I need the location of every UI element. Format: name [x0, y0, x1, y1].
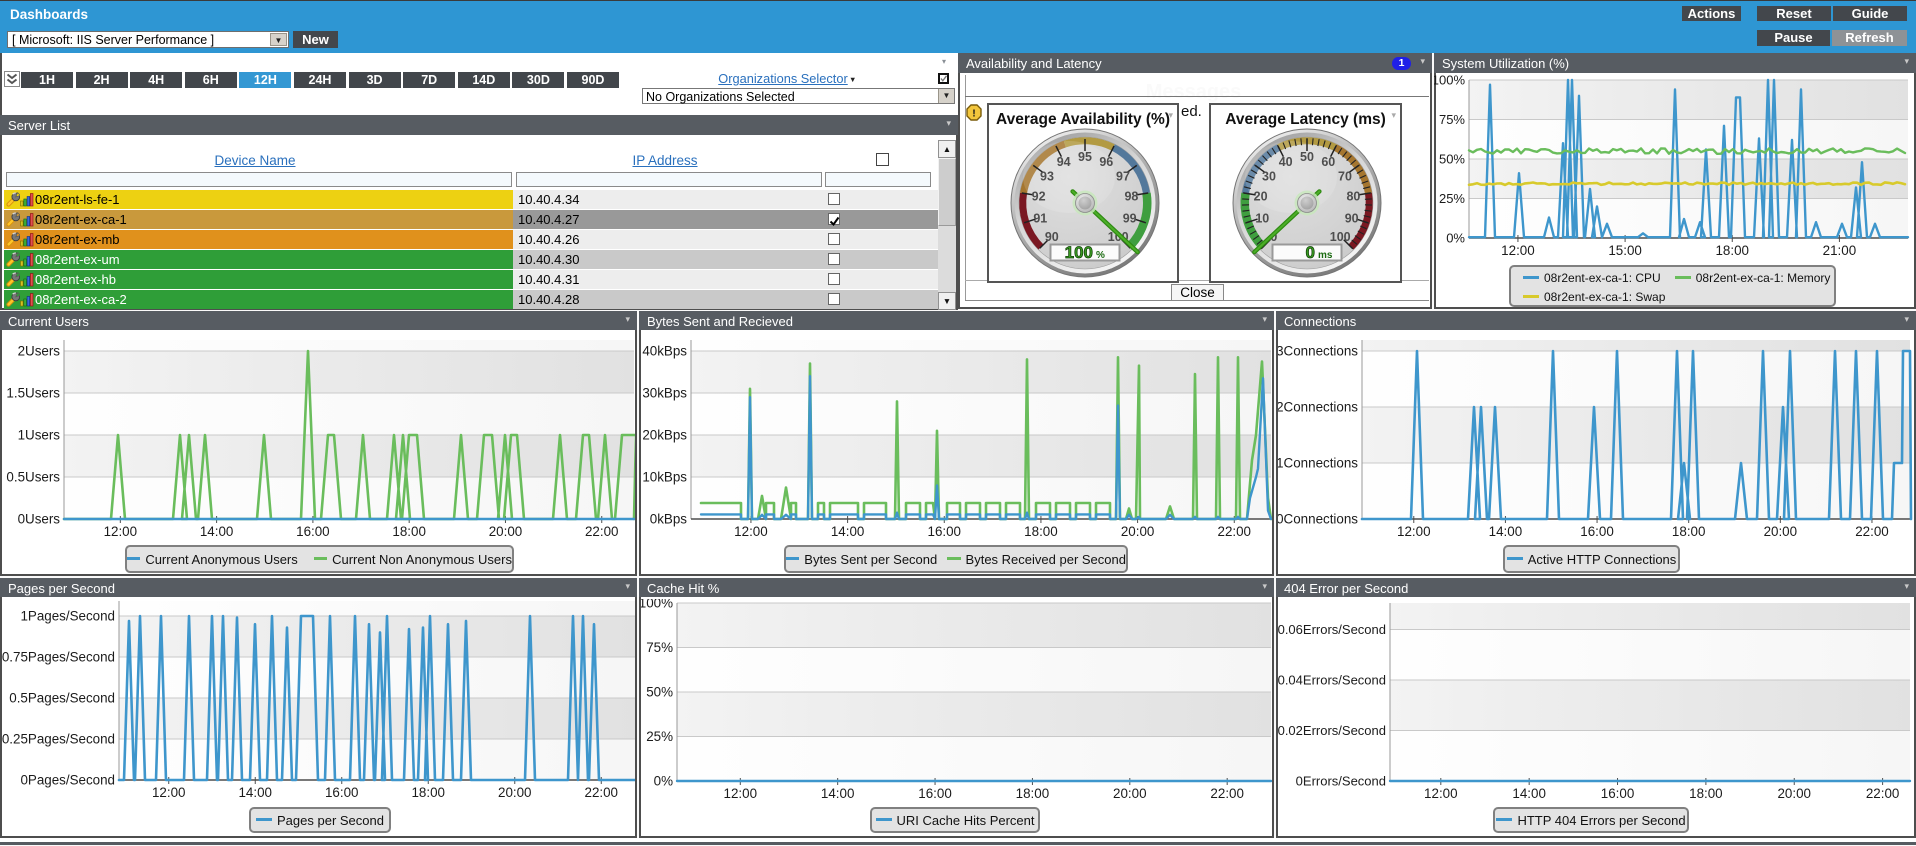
svg-text:16:00: 16:00 [1601, 786, 1635, 801]
svg-text:14:00: 14:00 [200, 524, 234, 539]
svg-text:0.25Pages/Second: 0.25Pages/Second [2, 732, 115, 747]
svg-text:16:00: 16:00 [918, 786, 952, 801]
svg-text:99: 99 [1123, 212, 1137, 226]
svg-text:50%: 50% [1439, 152, 1465, 167]
svg-text:100%: 100% [641, 599, 673, 611]
svg-text:18:00: 18:00 [411, 785, 445, 800]
svg-text:0%: 0% [654, 774, 673, 789]
svg-text:97: 97 [1116, 169, 1130, 183]
svg-text:14:00: 14:00 [1512, 786, 1546, 801]
svg-text:0Errors/Second: 0Errors/Second [1296, 774, 1386, 789]
svg-text:ms: ms [1318, 250, 1333, 261]
svg-text:20:00: 20:00 [1777, 786, 1811, 801]
svg-text:75%: 75% [646, 640, 673, 655]
svg-text:18:00: 18:00 [1016, 786, 1050, 801]
svg-text:0.06Errors/Second: 0.06Errors/Second [1278, 622, 1386, 637]
svg-text:12:00: 12:00 [1501, 243, 1535, 258]
svg-text:0%: 0% [1446, 231, 1465, 246]
svg-text:10kBps: 10kBps [642, 470, 687, 485]
svg-text:70: 70 [1338, 169, 1352, 183]
svg-text:50: 50 [1300, 150, 1314, 164]
svg-text:12:00: 12:00 [724, 786, 758, 801]
svg-text:20: 20 [1254, 190, 1268, 204]
svg-text:0.5Users: 0.5Users [6, 470, 60, 485]
svg-text:22:00: 22:00 [1210, 786, 1244, 801]
svg-text:30: 30 [1262, 169, 1276, 183]
svg-text:12:00: 12:00 [1424, 786, 1458, 801]
svg-text:25%: 25% [646, 729, 673, 744]
svg-text:22:00: 22:00 [1866, 786, 1900, 801]
svg-text:2Users: 2Users [18, 344, 61, 359]
svg-text:98: 98 [1124, 190, 1138, 204]
svg-text:15:00: 15:00 [1608, 243, 1642, 258]
svg-text:16:00: 16:00 [296, 524, 330, 539]
svg-text:22:00: 22:00 [585, 785, 619, 800]
svg-text:22:00: 22:00 [585, 524, 619, 539]
svg-text:22:00: 22:00 [1218, 524, 1252, 539]
svg-text:94: 94 [1057, 155, 1071, 169]
svg-text:3Connections: 3Connections [1278, 344, 1358, 359]
svg-text:2Connections: 2Connections [1278, 400, 1358, 415]
svg-text:0Pages/Second: 0Pages/Second [20, 773, 115, 788]
svg-text:12:00: 12:00 [104, 524, 138, 539]
svg-text:100: 100 [1330, 230, 1351, 244]
svg-text:22:00: 22:00 [1855, 524, 1889, 539]
svg-text:95: 95 [1078, 150, 1092, 164]
svg-text:1Pages/Second: 1Pages/Second [20, 609, 115, 624]
svg-text:%: % [1096, 250, 1105, 261]
svg-text:0: 0 [1306, 243, 1315, 262]
svg-text:12:00: 12:00 [1397, 524, 1431, 539]
svg-text:93: 93 [1040, 169, 1054, 183]
svg-text:18:00: 18:00 [1672, 524, 1706, 539]
svg-text:1.5Users: 1.5Users [6, 386, 60, 401]
svg-text:20:00: 20:00 [1764, 524, 1798, 539]
svg-text:0kBps: 0kBps [650, 512, 688, 527]
svg-text:18:00: 18:00 [1024, 524, 1058, 539]
svg-text:14:00: 14:00 [821, 786, 855, 801]
svg-text:16:00: 16:00 [1580, 524, 1614, 539]
svg-text:100: 100 [1065, 243, 1093, 262]
svg-text:0.04Errors/Second: 0.04Errors/Second [1278, 673, 1386, 688]
svg-text:40: 40 [1279, 155, 1293, 169]
svg-text:!: ! [972, 108, 976, 120]
svg-text:40kBps: 40kBps [642, 344, 687, 359]
svg-text:18:00: 18:00 [392, 524, 426, 539]
svg-text:20:00: 20:00 [1113, 786, 1147, 801]
svg-text:92: 92 [1032, 190, 1046, 204]
svg-text:20:00: 20:00 [498, 785, 532, 800]
svg-text:80: 80 [1346, 190, 1360, 204]
svg-text:0Users: 0Users [18, 512, 61, 527]
svg-text:10: 10 [1255, 212, 1269, 226]
svg-text:0.75Pages/Second: 0.75Pages/Second [2, 650, 115, 665]
svg-text:90: 90 [1045, 230, 1059, 244]
svg-text:1Users: 1Users [18, 428, 61, 443]
svg-text:50%: 50% [646, 685, 673, 700]
svg-text:60: 60 [1321, 155, 1335, 169]
svg-text:12:00: 12:00 [734, 524, 768, 539]
svg-text:30kBps: 30kBps [642, 386, 687, 401]
svg-text:21:00: 21:00 [1823, 243, 1857, 258]
svg-text:18:00: 18:00 [1715, 243, 1749, 258]
svg-text:20:00: 20:00 [489, 524, 523, 539]
svg-text:0.02Errors/Second: 0.02Errors/Second [1278, 723, 1386, 738]
svg-text:1Connections: 1Connections [1278, 456, 1358, 471]
svg-text:0.5Pages/Second: 0.5Pages/Second [9, 691, 115, 706]
svg-text:14:00: 14:00 [831, 524, 865, 539]
svg-text:0Connections: 0Connections [1278, 512, 1358, 527]
svg-text:14:00: 14:00 [1489, 524, 1523, 539]
svg-text:75%: 75% [1439, 112, 1465, 127]
svg-text:16:00: 16:00 [928, 524, 962, 539]
svg-text:20kBps: 20kBps [642, 428, 687, 443]
svg-text:20:00: 20:00 [1121, 524, 1155, 539]
svg-text:91: 91 [1033, 212, 1047, 226]
svg-text:18:00: 18:00 [1689, 786, 1723, 801]
svg-text:14:00: 14:00 [238, 785, 272, 800]
svg-text:100%: 100% [1434, 75, 1465, 88]
svg-text:16:00: 16:00 [325, 785, 359, 800]
svg-text:12:00: 12:00 [152, 785, 186, 800]
svg-text:25%: 25% [1439, 191, 1465, 206]
svg-text:90: 90 [1345, 212, 1359, 226]
svg-text:96: 96 [1099, 155, 1113, 169]
